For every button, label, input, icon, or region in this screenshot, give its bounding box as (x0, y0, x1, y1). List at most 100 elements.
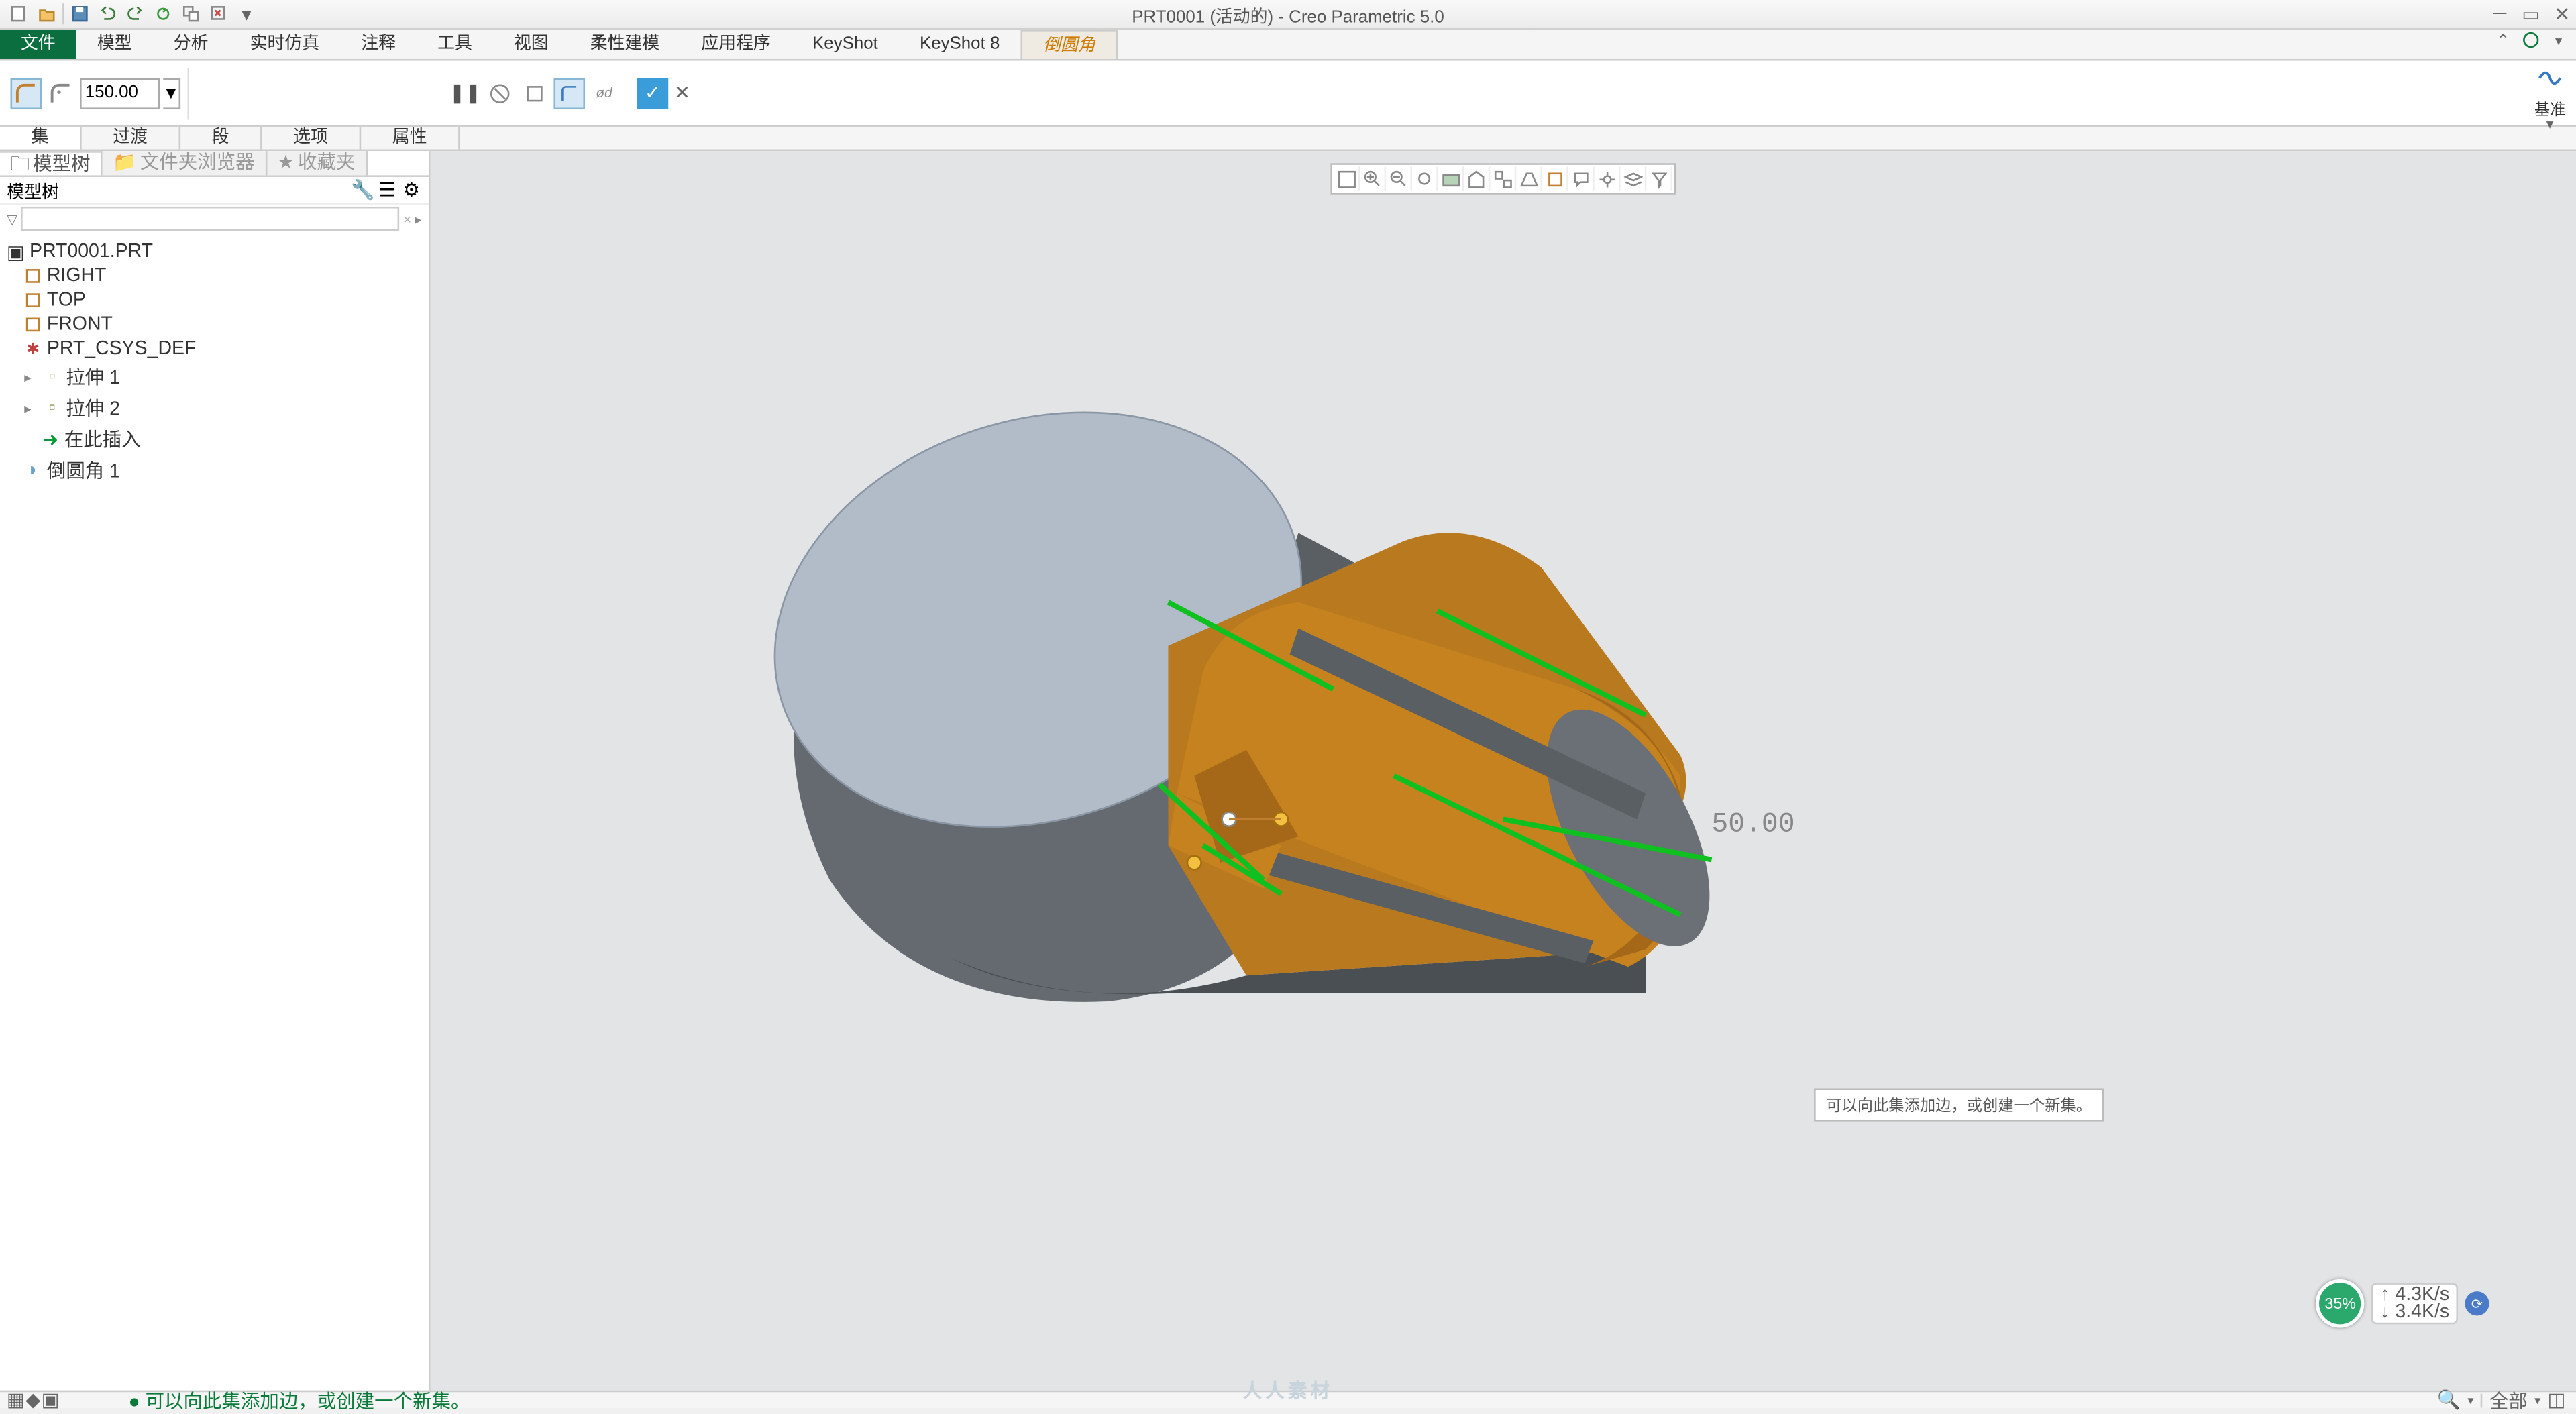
undo-icon[interactable] (95, 2, 119, 26)
subtab-piece[interactable]: 段 (180, 127, 262, 150)
extrude-icon: ▫ (44, 368, 61, 386)
tree-show-icon[interactable]: ☰ (377, 180, 398, 201)
performance-widget: 35% ↑ 4.3K/s ↓ 3.4K/s ⟳ (2316, 1279, 2489, 1327)
tab-annotate[interactable]: 注释 (340, 30, 417, 59)
tree-filter-icon[interactable]: 🔧 (352, 180, 373, 201)
tree-item-front[interactable]: FRONT (7, 313, 421, 337)
pause-icon[interactable]: ❚❚ (449, 77, 481, 109)
csys-icon: ✱ (24, 340, 42, 358)
dimension-label[interactable]: 50.00 (1711, 809, 1794, 840)
tree-search-input[interactable] (21, 207, 400, 231)
confirm-button[interactable]: ✓ (637, 77, 669, 109)
tree-item-round1[interactable]: ◗倒圆角 1 (7, 455, 421, 486)
dashboard: ▾ ❚❚ ød ✓ ✕ 基准 ▼ (0, 61, 2576, 127)
search-clear-icon[interactable]: × (403, 211, 411, 226)
datum-icon[interactable] (2536, 64, 2563, 92)
feat-opt1-icon[interactable] (519, 77, 551, 109)
tab-apps[interactable]: 应用程序 (680, 30, 792, 59)
no-preview-icon[interactable] (484, 77, 516, 109)
tree-settings-icon[interactable]: ⚙ (401, 180, 422, 201)
subtab-options[interactable]: 选项 (262, 127, 361, 150)
open-icon[interactable] (35, 2, 59, 26)
round-icon: ◗ (24, 461, 42, 479)
ribbon-min-icon[interactable]: ⌃ (2493, 30, 2514, 50)
datum-icon (24, 267, 42, 284)
tree-item-extrude2[interactable]: ▸▫拉伸 2 (7, 392, 421, 424)
regen-icon[interactable] (151, 2, 175, 26)
star-icon: ★ (277, 151, 294, 175)
subtab-props[interactable]: 属性 (361, 127, 460, 150)
tab-tools[interactable]: 工具 (417, 30, 493, 59)
radius-input[interactable] (80, 77, 160, 109)
radius-dropdown-icon[interactable]: ▾ (163, 77, 180, 109)
tree-item-extrude1[interactable]: ▸▫拉伸 1 (7, 361, 421, 392)
tree-root[interactable]: ▣PRT0001.PRT (7, 239, 421, 264)
feat-opt2-icon[interactable] (553, 77, 585, 109)
subtab-transition[interactable]: 过渡 (82, 127, 180, 150)
status-ic3[interactable]: ▣ (42, 1393, 59, 1407)
part-icon: ▣ (7, 243, 24, 260)
perf-toggle-icon[interactable]: ⟳ (2465, 1291, 2489, 1315)
datum-label: 基准 (2534, 97, 2566, 120)
close-icon[interactable]: ✕ (2552, 3, 2573, 24)
tree-title: 模型树 (7, 177, 59, 203)
tab-round[interactable]: 倒圆角 (1020, 30, 1118, 59)
statusbar: ▦ ◆ ▣ ● 可以向此集添加边，或创建一个新集。 人人素材 🔍 ▾ 全部 ▾ … (0, 1391, 2576, 1408)
filter-dd-icon[interactable]: ▾ (2534, 1393, 2540, 1407)
round-mode1-icon[interactable] (11, 77, 42, 109)
tab-analysis[interactable]: 分析 (153, 30, 229, 59)
dashboard-subtabs: 集 过渡 段 选项 属性 (0, 127, 2576, 151)
ribbon-help-icon[interactable] (2520, 30, 2541, 50)
tree-icon: 🗀 (11, 152, 30, 176)
tab-flex[interactable]: 柔性建模 (570, 30, 681, 59)
tab-model[interactable]: 模型 (76, 30, 153, 59)
ribbon-settings-icon[interactable]: ▾ (2548, 30, 2569, 50)
viewport[interactable]: 50.00 可以向此集添加边，或创建一个新集。 35% ↑ 4.3K/s ↓ 3… (431, 151, 2576, 1391)
filter-label[interactable]: 全部 (2489, 1386, 2528, 1413)
close-win-icon[interactable] (207, 2, 231, 26)
insert-icon: ➜ (42, 431, 59, 448)
expand-icon[interactable]: ▸ (24, 369, 38, 384)
search-icon: ▽ (7, 211, 17, 226)
expand-icon[interactable]: ▸ (24, 400, 38, 415)
tab-view[interactable]: 视图 (493, 30, 570, 59)
datum-dropdown-icon[interactable]: ▼ (2534, 120, 2566, 132)
windows-icon[interactable] (179, 2, 203, 26)
minimize-icon[interactable]: ─ (2489, 3, 2510, 24)
folder-icon: 📁 (113, 151, 136, 175)
tree-item-csys[interactable]: ✱PRT_CSYS_DEF (7, 337, 421, 361)
extrude-icon: ▫ (44, 399, 61, 417)
tree-item-right[interactable]: RIGHT (7, 264, 421, 288)
status-ic1[interactable]: ▦ (7, 1393, 24, 1407)
panel-tab-fav[interactable]: ★收藏夹 (267, 151, 368, 175)
datum-group: 基准 ▼ (2534, 64, 2566, 132)
panel-tab-modeltree[interactable]: 🗀模型树 (0, 151, 103, 175)
qat-dropdown-icon[interactable]: ▾ (234, 2, 258, 26)
datum-icon (24, 292, 42, 309)
tree-item-insert[interactable]: ➜在此插入 (7, 423, 421, 455)
datum-icon (24, 316, 42, 333)
feat-opt3-icon[interactable]: ød (588, 77, 620, 109)
tab-keyshot[interactable]: KeyShot (792, 30, 899, 59)
tree-item-top[interactable]: TOP (7, 288, 421, 313)
geom-icon[interactable]: ◫ (2548, 1389, 2566, 1411)
maximize-icon[interactable]: ▭ (2520, 3, 2541, 24)
perf-percent[interactable]: 35% (2316, 1279, 2365, 1327)
left-panel: 🗀模型树 📁文件夹浏览器 ★收藏夹 模型树 🔧 ☰ ⚙ ▽ × ▸ ▣PRT00… (0, 151, 431, 1391)
find-dd-icon[interactable]: ▾ (2467, 1393, 2473, 1407)
tab-file[interactable]: 文件 (0, 30, 76, 59)
perf-stats: ↑ 4.3K/s ↓ 3.4K/s (2371, 1283, 2458, 1324)
tab-keyshot8[interactable]: KeyShot 8 (899, 30, 1021, 59)
status-message: ● 可以向此集添加边，或创建一个新集。 (128, 1386, 470, 1413)
tab-live-sim[interactable]: 实时仿真 (229, 30, 341, 59)
round-mode2-icon[interactable] (45, 77, 76, 109)
new-icon[interactable] (7, 2, 31, 26)
subtab-set[interactable]: 集 (0, 127, 82, 150)
save-icon[interactable] (68, 2, 92, 26)
cancel-button[interactable]: ✕ (672, 77, 692, 109)
redo-icon[interactable] (123, 2, 148, 26)
find-icon[interactable]: 🔍 (2437, 1389, 2461, 1411)
panel-tab-folder[interactable]: 📁文件夹浏览器 (103, 151, 267, 175)
status-ic2[interactable]: ◆ (24, 1393, 42, 1407)
search-expand-icon[interactable]: ▸ (415, 211, 421, 226)
